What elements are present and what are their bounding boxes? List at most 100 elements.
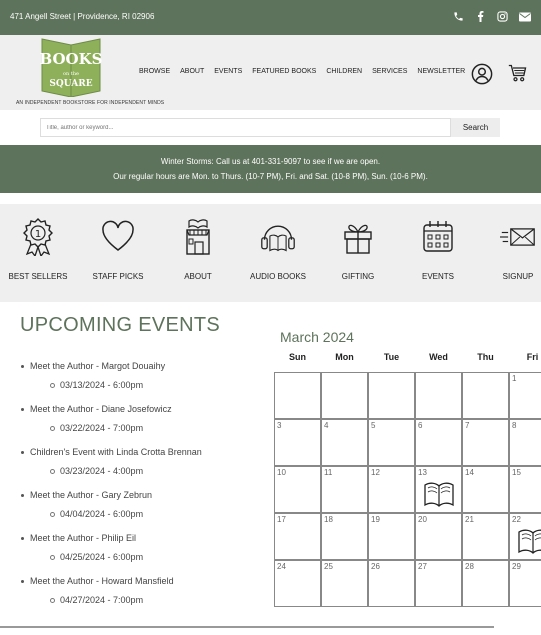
account-icon[interactable] <box>471 63 493 85</box>
search-button[interactable]: Search <box>451 118 500 137</box>
event-date: 03/13/2024 - 6:00pm <box>60 380 144 390</box>
calendar-day-cell[interactable]: 25 <box>321 560 368 607</box>
quicklink-staff-picks[interactable]: STAFF PICKS <box>78 218 158 281</box>
calendar-day-cell[interactable]: 3 <box>274 419 321 466</box>
event-title-link[interactable]: Meet the Author - Margot Douaihy <box>30 361 165 371</box>
calendar-day-cell[interactable]: 18 <box>321 513 368 560</box>
calendar-day-cell[interactable]: 27 <box>415 560 462 607</box>
calendar-day-cell[interactable]: 6 <box>415 419 462 466</box>
calendar-day-cell[interactable]: 12 <box>368 466 415 513</box>
open-book-icon[interactable] <box>517 526 541 554</box>
calendar-day-cell[interactable]: 19 <box>368 513 415 560</box>
calendar-day-number: 14 <box>465 468 474 477</box>
calendar-day-cell[interactable]: 1 <box>509 372 541 419</box>
calendar-day-cell[interactable] <box>274 372 321 419</box>
facebook-icon[interactable] <box>474 10 487 23</box>
calendar-day-number: 10 <box>277 468 286 477</box>
nav-events[interactable]: EVENTS <box>214 68 242 75</box>
calendar-day-cell[interactable]: 8 <box>509 419 541 466</box>
event-title-link[interactable]: Meet the Author - Philip Eil <box>30 533 136 543</box>
quicklink-gifting[interactable]: GIFTING <box>318 218 398 281</box>
store-logo[interactable]: BOOKS on the SQUARE <box>38 37 104 98</box>
calendar-day-cell[interactable]: 11 <box>321 466 368 513</box>
weekday-label: Thu <box>477 352 494 362</box>
event-title-link[interactable]: Meet the Author - Diane Josefowicz <box>30 404 172 414</box>
event-item: Meet the Author - Philip Eil 04/25/2024 … <box>20 530 270 573</box>
calendar-day-cell[interactable]: 10 <box>274 466 321 513</box>
calendar-day-cell[interactable]: 15 <box>509 466 541 513</box>
bullet <box>50 426 55 431</box>
nav-about[interactable]: ABOUT <box>180 68 204 75</box>
weekday-label: Fri <box>526 352 539 362</box>
calendar-day-cell[interactable]: 13 <box>415 466 462 513</box>
email-icon[interactable] <box>518 10 531 23</box>
logo-text-square: SQUARE <box>49 79 92 89</box>
calendar-day-number: 19 <box>371 515 380 524</box>
calendar-day-number: 22 <box>512 515 521 524</box>
phone-icon[interactable] <box>452 10 465 23</box>
calendar-day-cell[interactable] <box>321 372 368 419</box>
calendar-day-cell[interactable]: 29 <box>509 560 541 607</box>
open-book-icon[interactable] <box>423 479 455 507</box>
calendar-day-number: 8 <box>512 421 517 430</box>
notice-line-2: Our regular hours are Mon. to Thurs. (10… <box>113 172 428 181</box>
calendar-day-cell[interactable]: 14 <box>462 466 509 513</box>
calendar-day-number: 29 <box>512 562 521 571</box>
calendar-day-cell[interactable]: 26 <box>368 560 415 607</box>
event-title-link[interactable]: Meet the Author - Howard Mansfield <box>30 576 174 586</box>
divider <box>0 626 494 628</box>
search-input[interactable] <box>40 118 451 137</box>
quicklink-events[interactable]: EVENTS <box>398 218 478 281</box>
cart-icon[interactable] <box>508 62 528 84</box>
quicklinks-row: 1 BEST SELLERS STAFF PICKS ABOUT AUDIO B… <box>0 204 541 302</box>
event-item: Meet the Author - Howard Mansfield 04/27… <box>20 573 270 616</box>
event-item: Children's Event with Linda Crotta Brenn… <box>20 444 270 487</box>
search-bar: Search <box>0 110 541 145</box>
calendar-day-cell[interactable]: 24 <box>274 560 321 607</box>
calendar-day-cell[interactable]: 28 <box>462 560 509 607</box>
quicklink-label: AUDIO BOOKS <box>249 272 306 281</box>
calendar-icon <box>423 221 453 252</box>
main-nav: BROWSE ABOUT EVENTS FEATURED BOOKS CHILD… <box>139 68 475 75</box>
svg-text:1: 1 <box>35 229 41 240</box>
calendar-day-cell[interactable]: 7 <box>462 419 509 466</box>
quicklink-signup[interactable]: SIGNUP <box>478 218 541 281</box>
event-title-link[interactable]: Meet the Author - Gary Zebrun <box>30 490 152 500</box>
nav-children[interactable]: CHILDREN <box>326 68 362 75</box>
nav-newsletter[interactable]: NEWSLETTER <box>417 68 465 75</box>
calendar-day-cell[interactable]: 21 <box>462 513 509 560</box>
notice-line-1: Winter Storms: Call us at 401-331-9097 t… <box>160 157 381 166</box>
envelope-send-icon <box>500 228 535 246</box>
calendar-day-number: 15 <box>512 468 521 477</box>
upcoming-events-heading: UPCOMING EVENTS <box>20 314 221 336</box>
calendar-day-cell[interactable] <box>415 372 462 419</box>
nav-featured-books[interactable]: FEATURED BOOKS <box>252 68 316 75</box>
nav-browse[interactable]: BROWSE <box>139 68 170 75</box>
headphones-book-icon <box>261 225 295 252</box>
event-date: 04/25/2024 - 6:00pm <box>60 552 144 562</box>
weekday-label: Tue <box>383 352 400 362</box>
event-title-link[interactable]: Children's Event with Linda Crotta Brenn… <box>30 447 202 457</box>
calendar-day-cell[interactable] <box>462 372 509 419</box>
calendar-day-number: 3 <box>277 421 282 430</box>
quicklink-label: SIGNUP <box>502 272 534 281</box>
calendar-day-cell[interactable]: 17 <box>274 513 321 560</box>
bullet <box>50 598 55 603</box>
quicklink-label: ABOUT <box>184 272 212 281</box>
calendar-day-cell[interactable]: 20 <box>415 513 462 560</box>
calendar-day-number: 20 <box>418 515 427 524</box>
quicklink-audio-books[interactable]: AUDIO BOOKS <box>238 218 318 281</box>
bullet <box>50 512 55 517</box>
bullet <box>50 469 55 474</box>
calendar-day-cell[interactable]: 22 <box>509 513 541 560</box>
instagram-icon[interactable] <box>496 10 509 23</box>
calendar-day-number: 24 <box>277 562 286 571</box>
calendar-day-cell[interactable] <box>368 372 415 419</box>
quicklink-about[interactable]: ABOUT <box>158 218 238 281</box>
calendar-day-cell[interactable]: 4 <box>321 419 368 466</box>
quicklink-best-sellers[interactable]: 1 BEST SELLERS <box>0 218 78 281</box>
calendar-day-number: 7 <box>465 421 470 430</box>
nav-services[interactable]: SERVICES <box>372 68 407 75</box>
calendar-day-number: 28 <box>465 562 474 571</box>
calendar-day-cell[interactable]: 5 <box>368 419 415 466</box>
